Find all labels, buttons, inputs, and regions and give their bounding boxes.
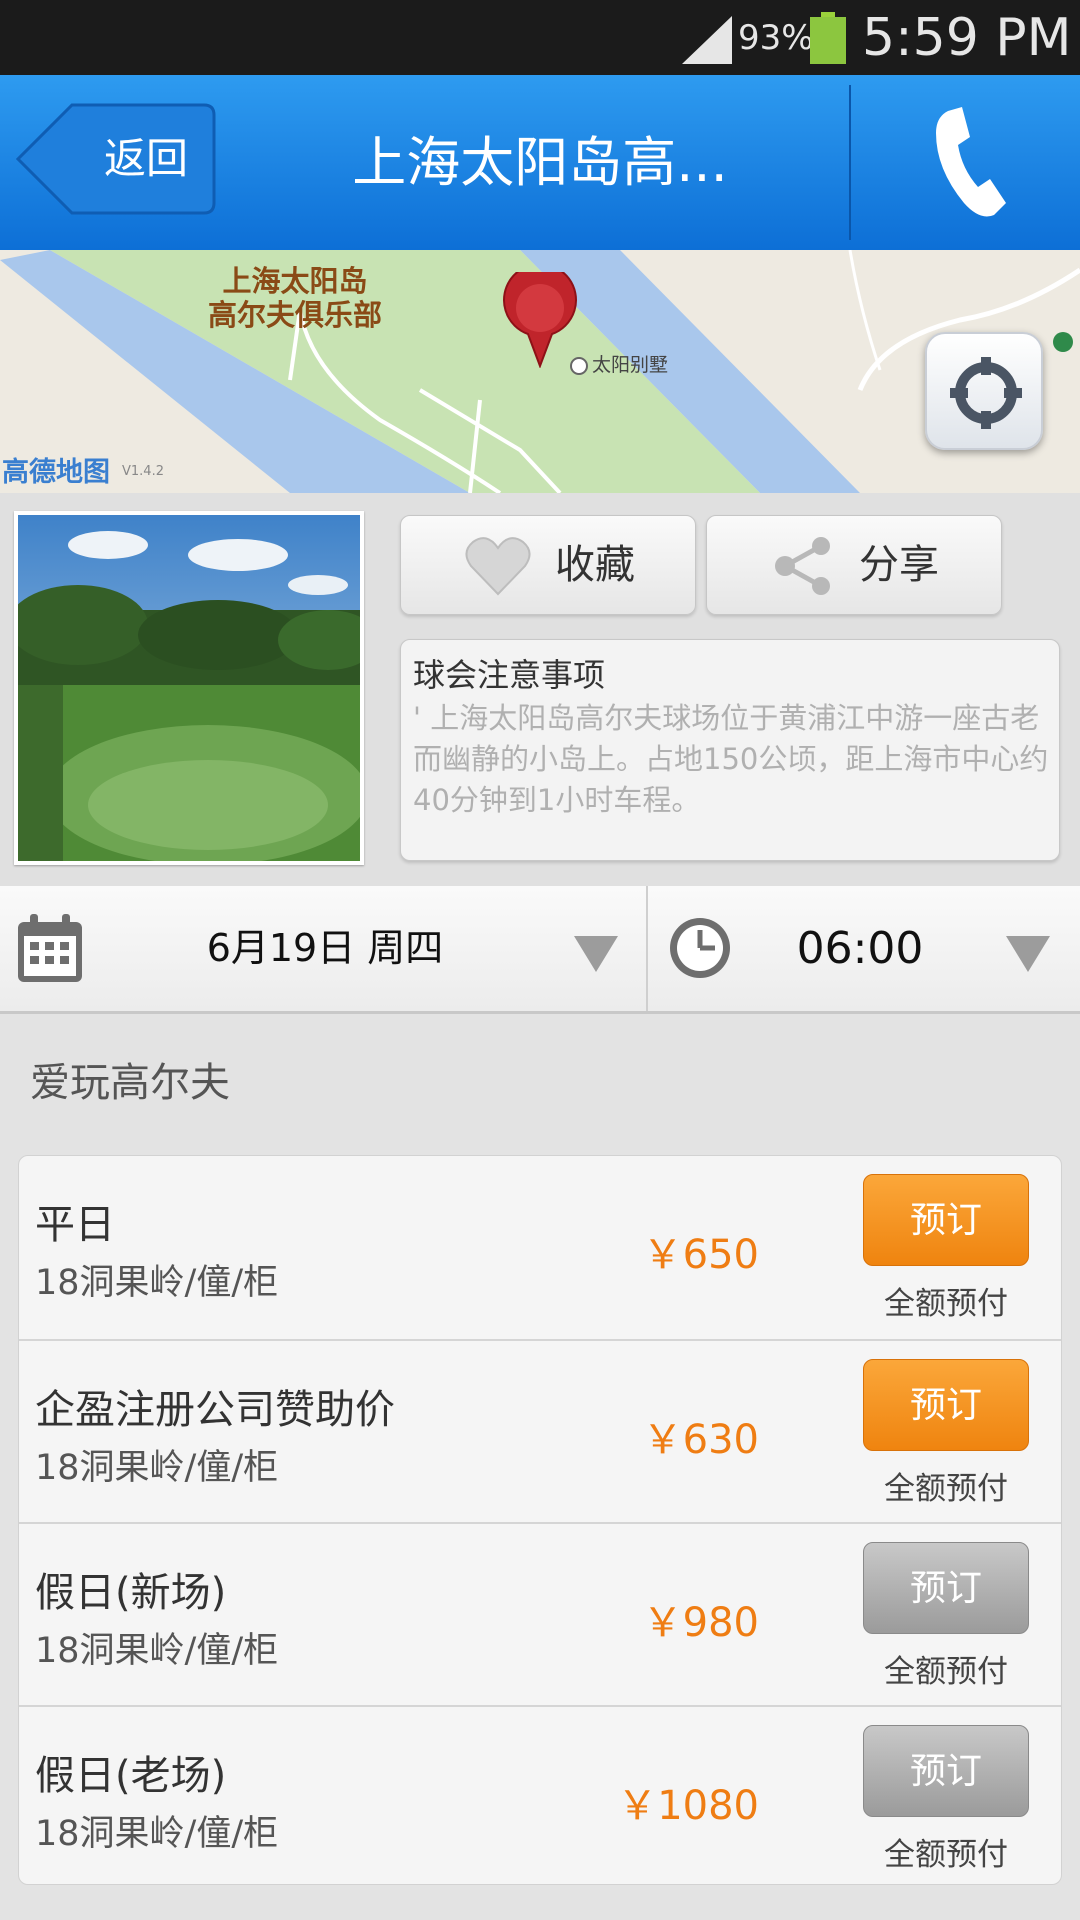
crosshair-icon: [950, 357, 1022, 429]
price-detail: 18洞果岭/僮/柜: [35, 1631, 279, 1671]
section-title: 爱玩高尔夫: [30, 1060, 230, 1106]
map-pin-icon[interactable]: [500, 272, 580, 368]
map-version: V1.4.2: [122, 464, 164, 479]
calendar-icon: [18, 914, 82, 982]
date-selector[interactable]: 6月19日 周四: [150, 886, 500, 1011]
status-bar: 93% 5:59 PM: [0, 0, 1080, 75]
locate-button[interactable]: [925, 332, 1043, 450]
share-icon: [775, 537, 830, 595]
price-detail: 18洞果岭/僮/柜: [35, 1263, 279, 1303]
price-name: 平日: [35, 1202, 115, 1248]
course-photo[interactable]: [14, 511, 364, 865]
app-header: 返回 上海太阳岛高...: [0, 75, 1080, 250]
signal-icon: [682, 16, 732, 64]
book-button-disabled[interactable]: 预订: [863, 1725, 1029, 1817]
price-list: 平日 18洞果岭/僮/柜 ￥650 预订 全额预付 企盈注册公司赞助价 18洞果…: [18, 1155, 1062, 1885]
battery-icon: [808, 12, 848, 64]
map-poi: 太阳别墅: [570, 350, 668, 377]
favorite-button[interactable]: 收藏: [400, 515, 696, 615]
map-place-label: 上海太阳岛 高尔夫俱乐部: [207, 264, 382, 332]
heart-icon: [465, 537, 531, 596]
map-provider-logo: 高德地图: [2, 457, 110, 488]
notice-body: ' 上海太阳岛高尔夫球场位于黄浦江中游一座古老而幽静的小岛上。占地150公顷，距…: [413, 701, 1049, 817]
back-label: 返回: [103, 134, 188, 183]
page-title: 上海太阳岛高...: [352, 131, 728, 194]
call-button[interactable]: [852, 75, 1080, 250]
battery-percent: 93%: [738, 18, 814, 58]
price-row: 假日(新场) 18洞果岭/僮/柜 ￥980 预订 全额预付: [19, 1522, 1061, 1705]
time-dropdown-icon[interactable]: [1006, 936, 1050, 972]
book-button[interactable]: 预订: [863, 1174, 1029, 1266]
book-button[interactable]: 预订: [863, 1359, 1029, 1451]
price-detail: 18洞果岭/僮/柜: [35, 1448, 279, 1488]
price-name: 假日(新场): [35, 1570, 227, 1616]
payment-note: 全额预付: [884, 1654, 1008, 1690]
price-detail: 18洞果岭/僮/柜: [35, 1814, 279, 1854]
price-row: 平日 18洞果岭/僮/柜 ￥650 预订 全额预付: [19, 1156, 1061, 1339]
price-value: ￥630: [642, 1417, 759, 1463]
favorite-label: 收藏: [555, 542, 635, 588]
price-value: ￥1080: [617, 1783, 759, 1829]
price-row: 企盈注册公司赞助价 18洞果岭/僮/柜 ￥630 预订 全额预付: [19, 1339, 1061, 1522]
price-value: ￥980: [642, 1600, 759, 1646]
price-name: 企盈注册公司赞助价: [35, 1387, 395, 1433]
course-info: 收藏 分享 球会注意事项 ' 上海太阳岛高尔夫球场位于黄浦江中游一座古老而幽静的…: [0, 493, 1080, 886]
price-value: ￥650: [642, 1232, 759, 1278]
payment-note: 全额预付: [884, 1471, 1008, 1507]
notice-panel[interactable]: 球会注意事项 ' 上海太阳岛高尔夫球场位于黄浦江中游一座古老而幽静的小岛上。占地…: [400, 639, 1060, 861]
payment-note: 全额预付: [884, 1837, 1008, 1873]
date-time-picker: 6月19日 周四 06:00: [0, 886, 1080, 1014]
share-button[interactable]: 分享: [706, 515, 1002, 615]
payment-note: 全额预付: [884, 1286, 1008, 1322]
header-divider: [849, 85, 851, 240]
phone-icon: [936, 107, 1006, 217]
price-name: 假日(老场): [35, 1753, 227, 1799]
book-button-disabled[interactable]: 预订: [863, 1542, 1029, 1634]
clock-time: 5:59 PM: [862, 8, 1072, 68]
share-label: 分享: [859, 542, 939, 588]
price-row: 假日(老场) 18洞果岭/僮/柜 ￥1080 预订 全额预付: [19, 1705, 1061, 1884]
poi-home-icon: [570, 356, 588, 375]
map-view[interactable]: 上海太阳岛 高尔夫俱乐部 太阳别墅 高德地图 V1.4.2: [0, 250, 1080, 493]
date-dropdown-icon[interactable]: [574, 936, 618, 972]
time-selector[interactable]: 06:00: [740, 886, 980, 1011]
back-button[interactable]: 返回: [16, 103, 216, 215]
notice-title: 球会注意事项: [413, 656, 606, 694]
picker-divider: [646, 886, 648, 1011]
clock-icon: [670, 918, 730, 978]
